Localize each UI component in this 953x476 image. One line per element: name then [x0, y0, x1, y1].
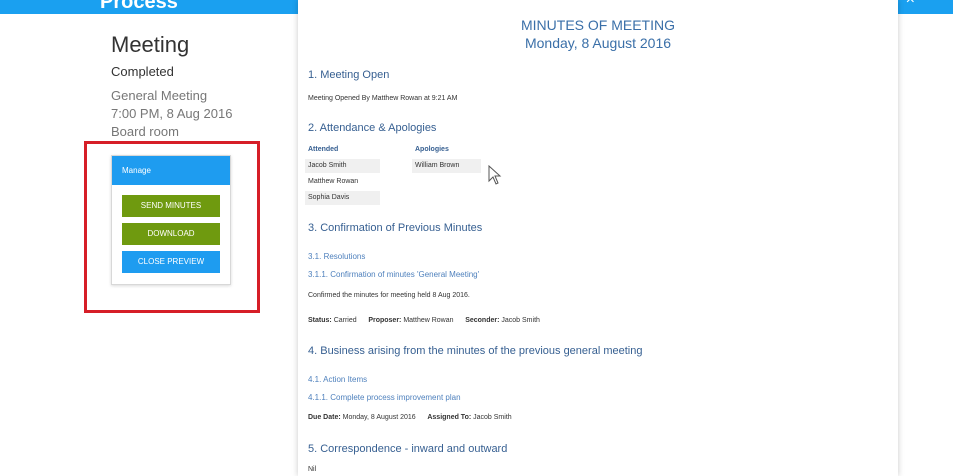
manage-header: Manage: [112, 156, 230, 185]
apologies-label: Apologies: [415, 146, 449, 153]
document-date: Monday, 8 August 2016: [524, 35, 672, 51]
meeting-status: Completed: [111, 64, 174, 79]
proposer-label: Proposer:: [368, 317, 402, 324]
document-title: MINUTES OF MEETING: [521, 17, 675, 33]
proposer-value: Matthew Rowan: [403, 317, 454, 324]
section-heading: 3. Confirmation of Previous Minutes: [308, 222, 483, 234]
section-heading: 1. Meeting Open: [308, 69, 390, 81]
meeting-time: 7:00 PM, 8 Aug 2016: [111, 106, 233, 121]
section-heading: 2. Attendance & Apologies: [308, 122, 437, 134]
status-label: Status:: [308, 317, 332, 324]
minutes-document: MINUTES OF MEETING Monday, 8 August 2016…: [298, 0, 898, 476]
send-minutes-button[interactable]: SEND MINUTES: [122, 195, 220, 217]
resolution-meta: Status: Carried Proposer: Matthew Rowan …: [308, 317, 540, 324]
attendee-chip: Matthew Rowan: [305, 175, 380, 189]
due-date-label: Due Date:: [308, 414, 341, 421]
seconder-value: Jacob Smith: [501, 317, 540, 324]
section-text: Meeting Opened By Matthew Rowan at 9:21 …: [308, 95, 458, 102]
section-text: Nil: [308, 466, 317, 473]
close-icon[interactable]: ×: [906, 0, 915, 9]
attendee-chip: Jacob Smith: [305, 159, 380, 173]
section-heading: 5. Correspondence - inward and outward: [308, 443, 508, 455]
subsection-heading: 3.1. Resolutions: [308, 252, 366, 261]
subsection-heading: 4.1. Action Items: [308, 375, 368, 384]
attendee-chip: Sophia Davis: [305, 191, 380, 205]
assigned-to-value: Jacob Smith: [473, 414, 512, 421]
action-item-meta: Due Date: Monday, 8 August 2016 Assigned…: [308, 414, 512, 421]
assigned-to-label: Assigned To:: [427, 414, 472, 421]
app-brand: Process: [100, 0, 178, 13]
subsubsection-heading: 3.1.1. Confirmation of minutes 'General …: [308, 270, 480, 279]
meeting-type: General Meeting: [111, 88, 208, 103]
mouse-pointer-icon: [488, 165, 502, 185]
download-button[interactable]: DOWNLOAD: [122, 223, 220, 245]
close-preview-button[interactable]: CLOSE PREVIEW: [122, 251, 220, 273]
meeting-room: Board room: [111, 124, 179, 139]
meeting-title: Meeting: [111, 32, 190, 57]
manage-panel: Manage SEND MINUTES DOWNLOAD CLOSE PREVI…: [111, 155, 231, 285]
section-heading: 4. Business arising from the minutes of …: [308, 345, 643, 357]
subsubsection-heading: 4.1.1. Complete process improvement plan: [308, 393, 461, 402]
attended-label: Attended: [308, 146, 339, 153]
apology-chip: William Brown: [412, 159, 481, 173]
section-text: Confirmed the minutes for meeting held 8…: [308, 292, 470, 299]
status-value: Carried: [333, 317, 357, 324]
due-date-value: Monday, 8 August 2016: [342, 414, 416, 421]
seconder-label: Seconder:: [465, 317, 500, 324]
